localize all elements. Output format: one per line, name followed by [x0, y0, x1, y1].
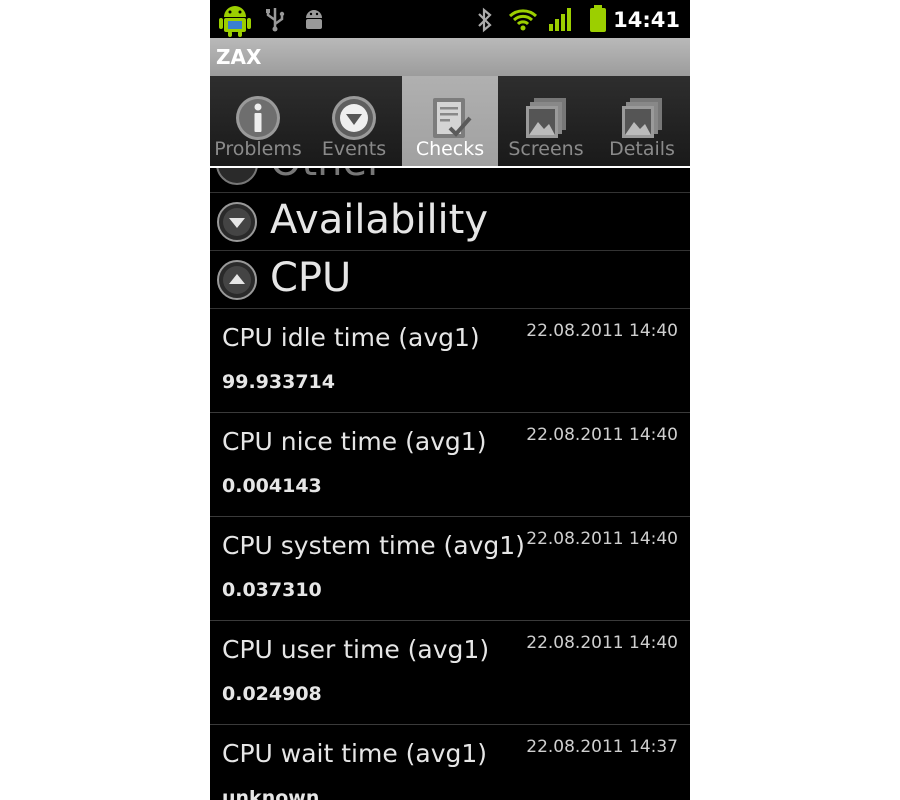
checks-list[interactable]: Other Availability CPU CPU idle time (av… [210, 168, 690, 800]
group-label: Other [270, 168, 384, 185]
item-timestamp: 22.08.2011 14:37 [526, 737, 678, 757]
app-title: ZAX [216, 45, 262, 69]
tab-label: Events [321, 138, 387, 160]
item-timestamp: 22.08.2011 14:40 [526, 425, 678, 445]
tab-events[interactable]: Events [306, 76, 402, 168]
group-header-partial[interactable]: Other [210, 168, 690, 193]
tab-problems[interactable]: Problems [210, 76, 306, 168]
tab-label: Checks [415, 138, 485, 160]
images-icon [526, 98, 566, 138]
debug-android-icon [306, 10, 322, 29]
bluetooth-icon [478, 7, 492, 33]
tab-label: Screens [508, 138, 584, 160]
group-header-availability[interactable]: Availability [210, 193, 690, 251]
list-item[interactable]: CPU nice time (avg1) 22.08.2011 14:40 0.… [210, 413, 690, 517]
item-name: CPU wait time (avg1) [222, 739, 488, 768]
phone-screen: 14:41 ZAX Problems Events Checks Screens… [210, 0, 690, 800]
list-item[interactable]: CPU user time (avg1) 22.08.2011 14:40 0.… [210, 621, 690, 725]
group-header-cpu[interactable]: CPU [210, 251, 690, 309]
android-logo-icon [219, 6, 251, 37]
tab-checks[interactable]: Checks [402, 76, 498, 168]
images-icon [622, 98, 662, 138]
wifi-icon [508, 9, 538, 31]
signal-icon [549, 8, 571, 31]
tab-label: Details [609, 138, 675, 160]
status-clock: 14:41 [613, 8, 680, 32]
status-bar: 14:41 [210, 0, 690, 38]
list-item[interactable]: CPU idle time (avg1) 22.08.2011 14:40 99… [210, 309, 690, 413]
item-value: 0.004143 [222, 475, 322, 497]
item-value: 0.037310 [222, 579, 322, 601]
list-item[interactable]: CPU wait time (avg1) 22.08.2011 14:37 un… [210, 725, 690, 800]
item-timestamp: 22.08.2011 14:40 [526, 529, 678, 549]
expand-down-icon [217, 202, 257, 242]
checklist-icon [433, 98, 472, 138]
item-name: CPU idle time (avg1) [222, 323, 480, 352]
usb-icon [266, 8, 285, 32]
item-value: unknown [222, 787, 320, 800]
collapse-up-icon [217, 260, 257, 300]
info-icon [236, 96, 280, 140]
item-name: CPU user time (avg1) [222, 635, 490, 664]
app-title-bar: ZAX [210, 38, 690, 76]
tab-screens[interactable]: Screens [498, 76, 594, 168]
item-timestamp: 22.08.2011 14:40 [526, 633, 678, 653]
item-name: CPU system time (avg1) [222, 531, 525, 560]
tab-details[interactable]: Details [594, 76, 690, 168]
tab-bar: Problems Events Checks Screens Details [210, 76, 690, 168]
item-value: 99.933714 [222, 371, 335, 393]
group-label: Availability [270, 197, 489, 243]
group-label: CPU [270, 255, 352, 301]
battery-icon [590, 5, 606, 32]
list-item[interactable]: CPU system time (avg1) 22.08.2011 14:40 … [210, 517, 690, 621]
item-name: CPU nice time (avg1) [222, 427, 487, 456]
item-timestamp: 22.08.2011 14:40 [526, 321, 678, 341]
down-arrow-circle-icon [332, 96, 376, 140]
tab-label: Problems [214, 138, 302, 160]
expand-circle-icon [216, 168, 258, 185]
item-value: 0.024908 [222, 683, 322, 705]
